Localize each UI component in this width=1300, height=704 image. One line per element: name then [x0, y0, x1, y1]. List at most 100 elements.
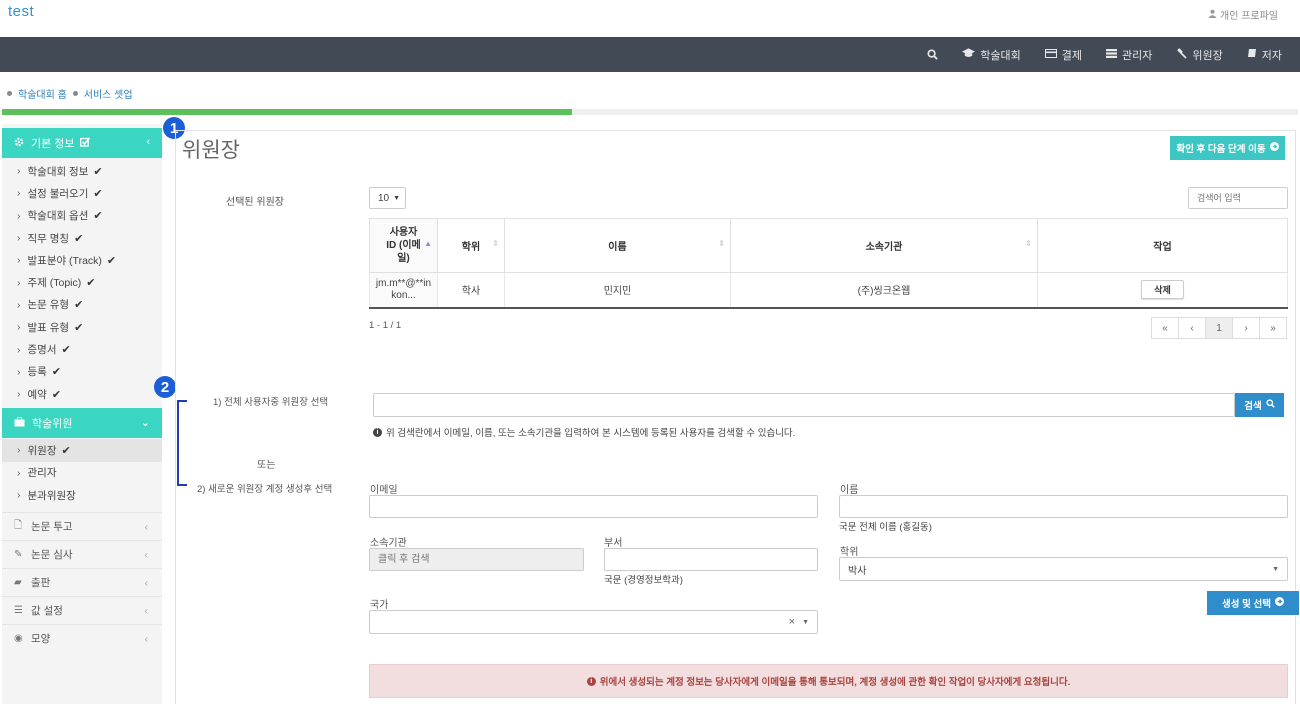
sidebar-item-basic-4[interactable]: › 발표분야 (Track) ✔ [2, 249, 162, 271]
nav-author[interactable]: 저자 [1247, 47, 1282, 63]
option1-label: 1) 전체 사용자중 위원장 선택 [213, 397, 329, 408]
sort-icon: ⇕ [1025, 239, 1032, 248]
org-field[interactable] [369, 548, 584, 571]
checkmark-icon: ✔ [51, 366, 62, 379]
pagination: «‹ 1 ›» [1151, 317, 1287, 339]
sidebar-item-committee-1[interactable]: › 관리자 [2, 462, 162, 484]
user-search-input[interactable] [373, 393, 1235, 417]
sidebar-item-label: 직무 명칭 [27, 232, 70, 245]
dept-field[interactable] [604, 548, 818, 571]
sidebar-item-label: 설정 불러오기 [27, 187, 89, 200]
info-icon: i [586, 676, 596, 686]
col-user-id[interactable]: 사용자 ID (이메일) ▲ [369, 218, 438, 273]
search-help-text: 위 검색란에서 이메일, 이름, 또는 소속기관을 입력하여 본 시스템에 등록… [386, 428, 796, 439]
checkmark-icon: ✔ [61, 444, 71, 457]
sidebar-section-label: 출판 [31, 577, 51, 590]
chevron-right-icon: › [17, 187, 21, 200]
search-icon [1266, 399, 1275, 411]
next-page-button[interactable]: › [1232, 317, 1260, 339]
sidebar-item-basic-9[interactable]: › 등록 ✔ [2, 361, 162, 383]
delete-button[interactable]: 삭제 [1141, 280, 1184, 300]
chevron-left-icon: ‹ [144, 549, 149, 562]
search-icon[interactable] [927, 49, 938, 60]
briefcase-icon [14, 416, 25, 430]
first-page-button[interactable]: « [1151, 317, 1179, 339]
sidebar-committee-list: › 위원장 ✔ › 관리자 › 분과위원장 [2, 438, 162, 506]
search-help: i 위 검색란에서 이메일, 이름, 또는 소속기관을 입력하여 본 시스템에 … [373, 425, 795, 439]
country-select[interactable]: × ▼ [369, 610, 818, 634]
email-label: 이메일 [370, 485, 398, 496]
sidebar-section-0[interactable]: 🗋 논문 투고 ‹ [2, 512, 162, 540]
sidebar-header-basic[interactable]: 기본 정보 ‹ [2, 128, 162, 158]
main-navbar: 학술대회 결제 관리자 위원장 저자 [0, 37, 1300, 72]
search-button-label: 검색 [1244, 401, 1262, 412]
page-size-select[interactable]: 10 ▼ [369, 187, 406, 209]
col-name-label: 이름 [608, 242, 627, 253]
book-icon [1247, 48, 1257, 61]
sidebar-section-4[interactable]: ◉ 모양 ‹ [2, 624, 162, 652]
sidebar-item-basic-7[interactable]: › 발표 유형 ✔ [2, 316, 162, 338]
org-label: 소속기관 [370, 538, 407, 549]
breadcrumb-setup[interactable]: 서비스 셋업 [84, 86, 133, 101]
degree-select[interactable]: 박사 ▼ [839, 557, 1288, 581]
dept-label: 부서 [604, 538, 623, 549]
caret-down-icon: ▼ [1272, 565, 1279, 573]
nav-conference[interactable]: 학술대회 [962, 47, 1021, 63]
dept-hint: 국문 (경영정보학과) [604, 575, 683, 586]
name-label: 이름 [840, 485, 859, 496]
breadcrumb-home[interactable]: 학술대회 홈 [18, 86, 67, 101]
email-field[interactable] [369, 495, 818, 518]
table-search-input[interactable] [1188, 187, 1288, 209]
col-org-label: 소속기관 [865, 242, 903, 253]
name-field[interactable] [839, 495, 1288, 518]
sidebar-item-basic-0[interactable]: › 학술대회 정보 ✔ [2, 160, 162, 182]
country-label: 국가 [370, 600, 389, 611]
connector-line [177, 400, 187, 486]
sidebar-section-3[interactable]: ☰ 값 설정 ‹ [2, 596, 162, 624]
sidebar-item-basic-2[interactable]: › 학술대회 옵션 ✔ [2, 205, 162, 227]
sidebar-item-basic-3[interactable]: › 직무 명칭 ✔ [2, 227, 162, 249]
col-degree-label: 학위 [461, 242, 481, 253]
nav-chair[interactable]: 위원장 [1176, 47, 1223, 63]
checkmark-icon: ✔ [61, 344, 71, 357]
caret-down-icon: ▼ [802, 618, 809, 626]
profile-link[interactable]: 개인 프로파일 [1208, 7, 1278, 22]
sidebar-item-basic-10[interactable]: › 예약 ✔ [2, 383, 162, 405]
checkmark-icon: ✔ [74, 232, 84, 245]
next-step-label: 확인 후 다음 단계 이동 [1176, 144, 1266, 155]
name-hint: 국문 전체 이름 (홍길동) [839, 522, 932, 533]
prev-page-button[interactable]: ‹ [1178, 317, 1206, 339]
sidebar-section-2[interactable]: ▰ 출판 ‹ [2, 568, 162, 596]
sidebar-item-committee-2[interactable]: › 분과위원장 [2, 484, 162, 506]
search-button[interactable]: 검색 [1235, 393, 1284, 417]
sidebar-item-committee-0[interactable]: › 위원장 ✔ [2, 439, 162, 462]
clear-icon[interactable]: × [789, 616, 795, 628]
setup-progress-bar [2, 109, 1298, 115]
col-degree[interactable]: 학위 ⇕ [437, 218, 505, 273]
sidebar-header-committee[interactable]: 학술위원 ⌄ [2, 408, 162, 439]
chevron-right-icon: › [17, 321, 21, 334]
sidebar-item-label: 위원장 [27, 444, 57, 457]
col-name[interactable]: 이름 ⇕ [504, 218, 731, 273]
file-icon: 🗋 [14, 520, 23, 532]
server-icon [1106, 48, 1117, 61]
progress-fill [2, 109, 573, 115]
sidebar-item-basic-1[interactable]: › 설정 불러오기 ✔ [2, 182, 162, 204]
page-1-button[interactable]: 1 [1205, 317, 1233, 339]
sort-asc-icon: ▲ [424, 239, 432, 248]
next-step-button[interactable]: 확인 후 다음 단계 이동 [1170, 136, 1285, 160]
nav-payment[interactable]: 결제 [1044, 47, 1082, 63]
nav-admin[interactable]: 관리자 [1106, 47, 1152, 63]
col-org[interactable]: 소속기관 ⇕ [730, 218, 1038, 273]
create-select-button[interactable]: 생성 및 선택 [1207, 591, 1299, 615]
sort-icon: ⇕ [718, 239, 725, 248]
app-title[interactable]: test [8, 3, 34, 20]
sidebar-item-basic-8[interactable]: › 증명서 ✔ [2, 338, 162, 360]
last-page-button[interactable]: » [1259, 317, 1287, 339]
info-icon: i [373, 427, 382, 437]
sidebar-section-1[interactable]: ✎ 논문 심사 ‹ [2, 540, 162, 568]
breadcrumb: 학술대회 홈 서비스 셋업 [7, 86, 133, 101]
arrow-circle-right-icon [1269, 142, 1279, 154]
sidebar-item-basic-6[interactable]: › 논문 유형 ✔ [2, 294, 162, 316]
sidebar-item-basic-5[interactable]: › 주제 (Topic) ✔ [2, 271, 162, 293]
